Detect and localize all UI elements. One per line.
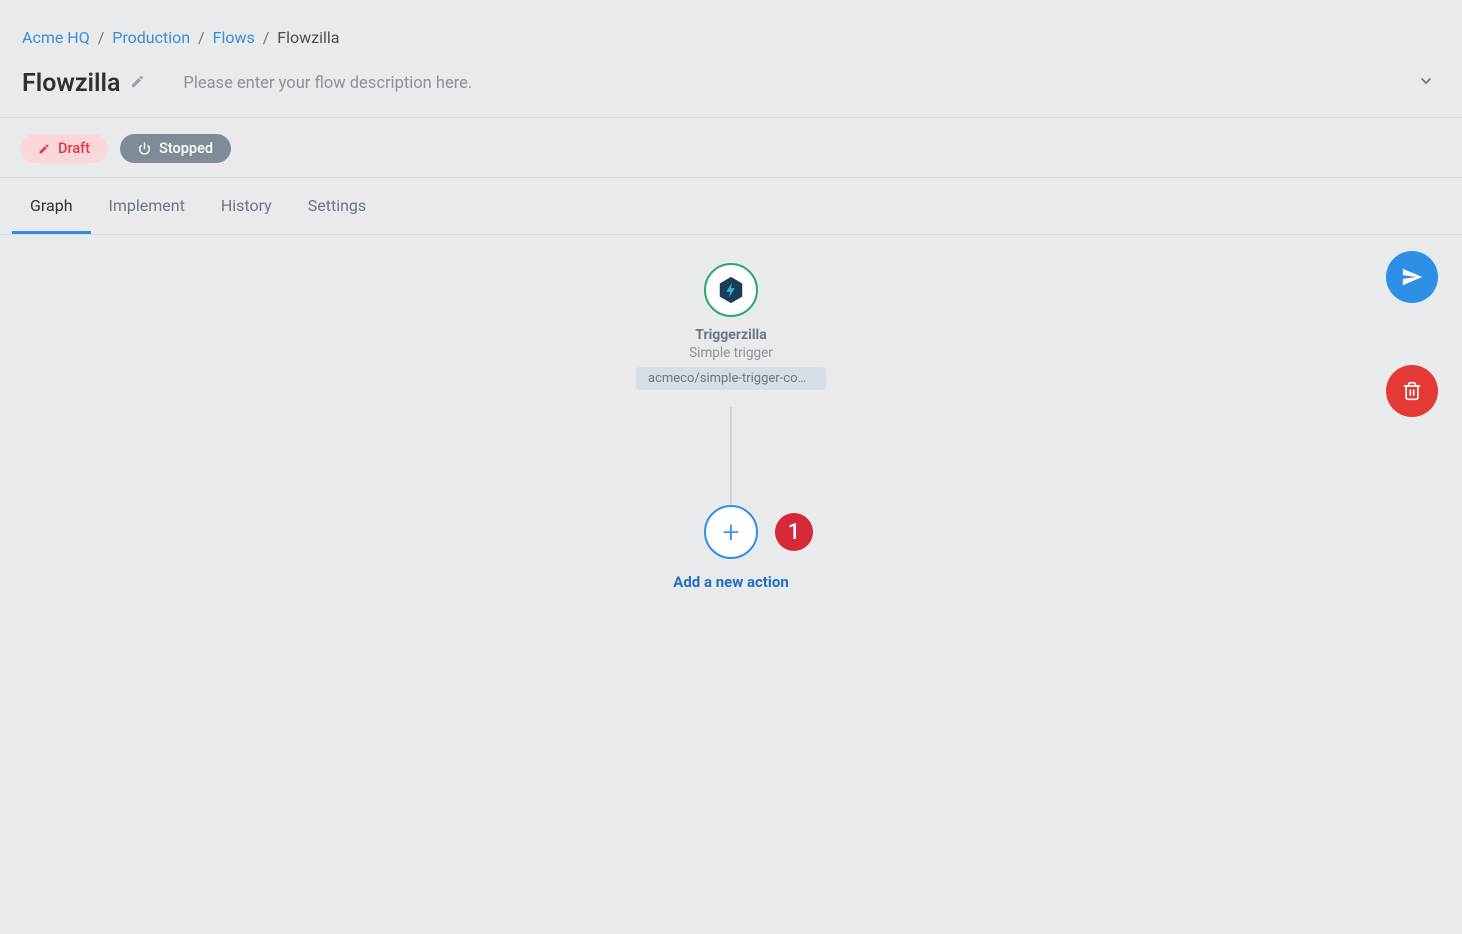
pencil-icon — [38, 143, 50, 155]
breadcrumb-link-flows[interactable]: Flows — [213, 28, 255, 47]
node-connector-line — [731, 407, 732, 507]
tab-graph[interactable]: Graph — [12, 178, 91, 234]
add-action-button[interactable]: + — [704, 505, 758, 559]
trigger-node-circle[interactable] — [704, 263, 758, 317]
delete-fab[interactable] — [1386, 365, 1438, 417]
draft-chip-label: Draft — [58, 140, 90, 157]
breadcrumb-current: Flowzilla — [277, 28, 339, 47]
tab-history[interactable]: History — [203, 178, 290, 234]
breadcrumb: Acme HQ / Production / Flows / Flowzilla — [22, 28, 1440, 47]
publish-fab[interactable] — [1386, 251, 1438, 303]
title-row: Flowzilla Please enter your flow descrip… — [22, 67, 1440, 99]
breadcrumb-link-env[interactable]: Production — [112, 28, 190, 47]
power-icon — [138, 142, 151, 155]
breadcrumb-link-org[interactable]: Acme HQ — [22, 28, 90, 47]
add-action-label[interactable]: Add a new action — [621, 573, 841, 591]
chevron-down-icon[interactable] — [1412, 67, 1440, 99]
trigger-node-title: Triggerzilla — [621, 327, 841, 343]
tabs: Graph Implement History Settings — [0, 178, 1462, 235]
trigger-node[interactable]: Triggerzilla Simple trigger acmeco/simpl… — [621, 263, 841, 394]
status-bar: Draft Stopped — [0, 118, 1462, 178]
flow-description-placeholder[interactable]: Please enter your flow description here. — [183, 74, 472, 93]
tab-implement[interactable]: Implement — [91, 178, 203, 234]
trigger-node-tag[interactable]: acmeco/simple-trigger-com... — [636, 367, 826, 390]
plus-icon: + — [723, 515, 740, 550]
draft-chip[interactable]: Draft — [20, 134, 108, 163]
breadcrumb-separator: / — [263, 28, 270, 47]
page-title: Flowzilla — [22, 69, 120, 98]
stopped-chip-label: Stopped — [159, 140, 213, 157]
flow-canvas[interactable]: Triggerzilla Simple trigger acmeco/simpl… — [0, 235, 1462, 919]
page-header: Acme HQ / Production / Flows / Flowzilla… — [0, 0, 1462, 118]
breadcrumb-separator: / — [98, 28, 105, 47]
breadcrumb-separator: / — [198, 28, 205, 47]
trigger-node-subtitle: Simple trigger — [621, 345, 841, 361]
lightning-hex-icon — [716, 275, 746, 305]
tab-settings[interactable]: Settings — [290, 178, 384, 234]
pencil-icon[interactable] — [130, 74, 145, 93]
trash-icon — [1402, 381, 1422, 401]
add-action-node: + Add a new action — [621, 505, 841, 591]
stopped-chip[interactable]: Stopped — [120, 134, 231, 163]
paper-plane-icon — [1401, 266, 1423, 288]
